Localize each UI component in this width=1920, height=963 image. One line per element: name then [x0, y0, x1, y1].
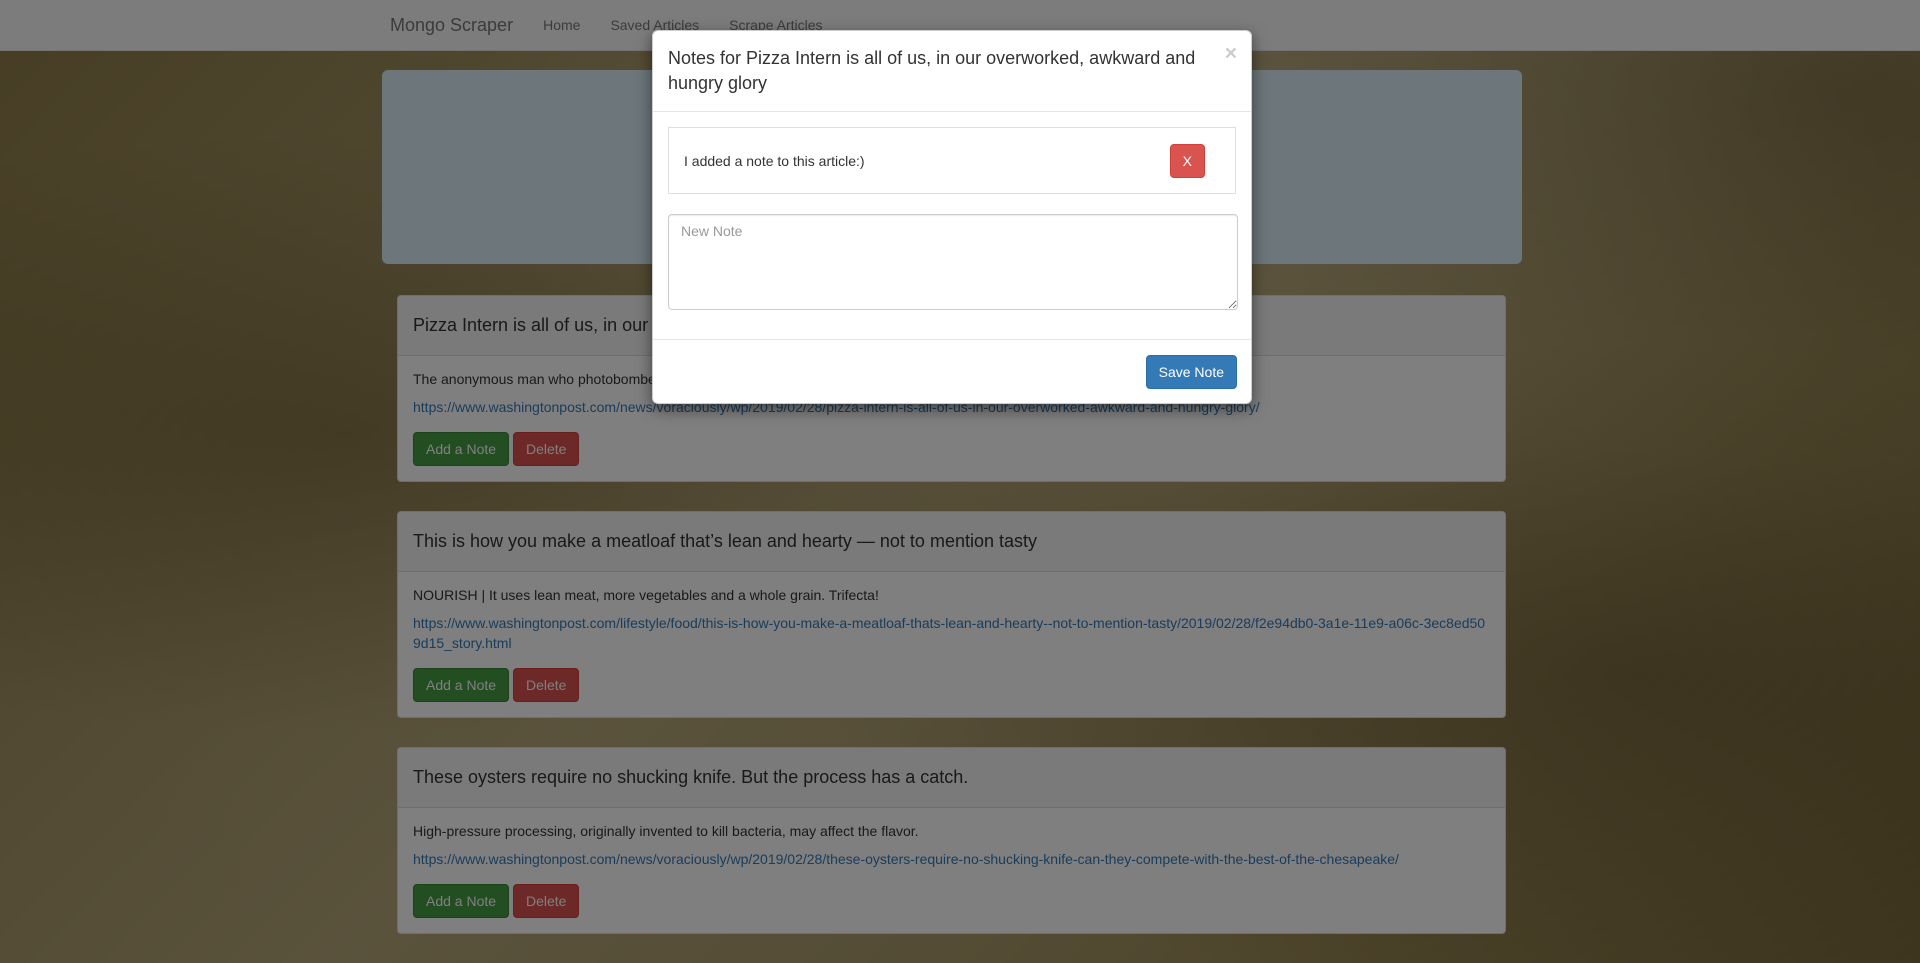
modal-footer: Save Note [653, 339, 1251, 403]
delete-note-button[interactable]: X [1169, 143, 1205, 178]
close-icon[interactable]: × [1225, 43, 1237, 64]
modal-body: I added a note to this article:) X [653, 112, 1251, 328]
notes-modal: Notes for Pizza Intern is all of us, in … [652, 30, 1252, 404]
modal-header: Notes for Pizza Intern is all of us, in … [653, 31, 1251, 112]
new-note-input[interactable] [668, 214, 1238, 310]
note-text: I added a note to this article:) [684, 152, 865, 169]
modal-title: Notes for Pizza Intern is all of us, in … [668, 48, 1196, 93]
note-item: I added a note to this article:) X [668, 127, 1236, 194]
save-note-button[interactable]: Save Note [1145, 354, 1237, 389]
